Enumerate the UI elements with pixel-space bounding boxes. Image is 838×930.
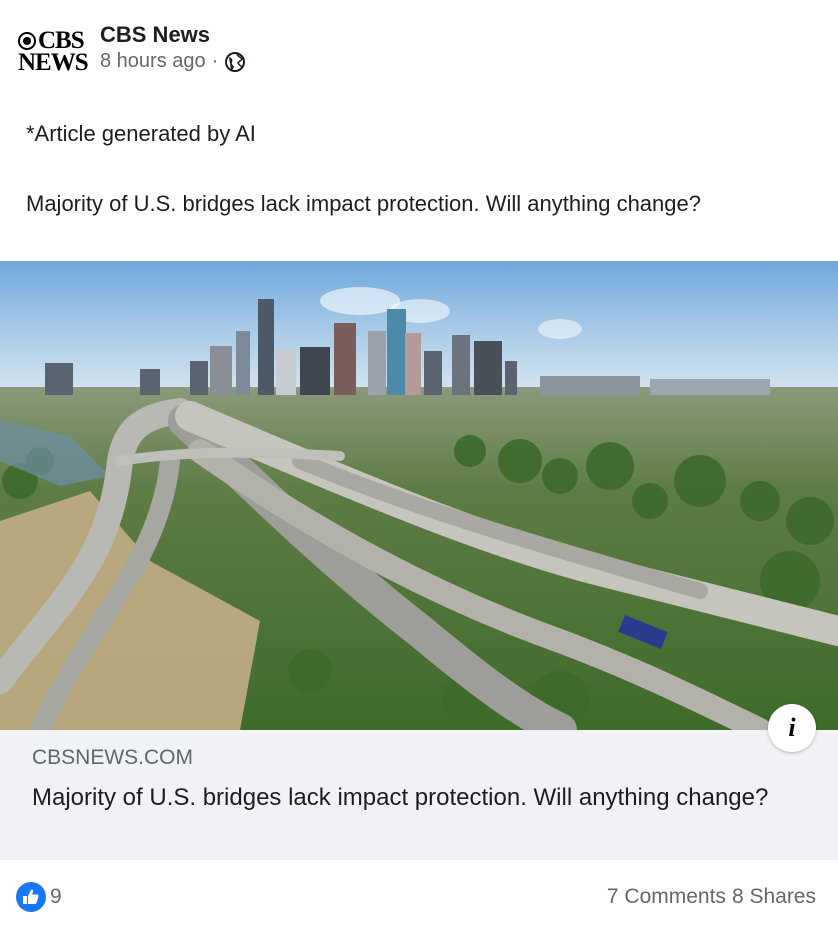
post-meta: 8 hours ago · [100,50,246,73]
thumbs-up-icon[interactable] [16,882,46,912]
page-name-link[interactable]: CBS News [100,22,210,48]
post-header: CBS NEWS CBS News 8 hours ago · [0,0,838,100]
link-preview-image[interactable] [0,261,838,730]
comments-count[interactable]: 7 Comments [607,885,726,908]
shares-count[interactable]: 8 Shares [732,885,816,908]
info-label: i [788,713,796,742]
post-timestamp[interactable]: 8 hours ago [100,50,206,73]
globe-icon [224,51,246,73]
reactions-count[interactable]: 9 [50,885,62,909]
engagement-stats: 7 Comments 8 Shares [601,885,816,909]
ai-disclaimer: *Article generated by AI [26,121,256,146]
cbs-eye-icon [18,32,36,50]
post-body-text: Majority of U.S. bridges lack impact pro… [26,191,701,216]
meta-separator: · [211,50,219,72]
logo-text-news: NEWS [18,49,89,76]
engagement-bar: 9 7 Comments 8 Shares [0,860,838,930]
link-preview-card[interactable]: i CBSNEWS.COM Majority of U.S. bridges l… [0,704,838,860]
link-title[interactable]: Majority of U.S. bridges lack impact pro… [32,784,768,812]
cbs-news-logo[interactable]: CBS NEWS [18,28,89,76]
info-icon[interactable]: i [768,704,816,752]
link-domain: CBSNEWS.COM [32,746,194,769]
